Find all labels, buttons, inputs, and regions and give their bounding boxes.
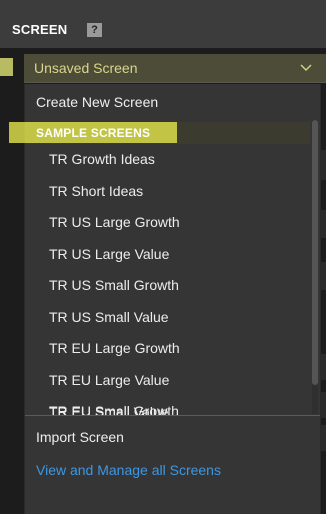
scrollbar-track[interactable] xyxy=(312,120,318,414)
chevron-down-icon xyxy=(300,64,312,72)
create-new-screen-item[interactable]: Create New Screen xyxy=(36,94,321,110)
section-label: SAMPLE SCREENS xyxy=(36,126,151,140)
selected-screen-value: Unsaved Screen xyxy=(34,60,138,76)
list-item[interactable]: TR Growth Ideas xyxy=(49,151,155,167)
screen-dropdown-menu: Create New Screen SAMPLE SCREENS TR Grow… xyxy=(9,84,321,514)
screen-select-dropdown[interactable]: Unsaved Screen xyxy=(24,54,326,83)
help-icon[interactable]: ? xyxy=(87,23,102,37)
highlighter-mark xyxy=(0,58,13,76)
view-manage-screens-link[interactable]: View and Manage all Screens xyxy=(36,462,221,478)
list-clip: TR EU Small Value xyxy=(25,397,310,415)
list-item[interactable]: TR US Large Growth xyxy=(49,214,180,230)
panel-title: SCREEN xyxy=(12,22,68,37)
scrollbar-thumb[interactable] xyxy=(312,120,318,385)
list-item[interactable]: TR Short Ideas xyxy=(49,183,143,199)
list-item[interactable]: TR US Large Value xyxy=(49,246,169,262)
list-item[interactable]: TR US Small Value xyxy=(49,309,169,325)
menu-divider xyxy=(25,415,320,416)
sample-screens-section-header: SAMPLE SCREENS xyxy=(9,122,310,144)
list-item[interactable]: TR EU Large Value xyxy=(49,372,169,388)
import-screen-item[interactable]: Import Screen xyxy=(36,429,124,445)
list-item[interactable]: TR EU Large Growth xyxy=(49,340,180,356)
screen-panel-header: SCREEN ? xyxy=(0,0,326,48)
list-item[interactable]: TR EU Small Value xyxy=(49,404,169,415)
list-item[interactable]: TR US Small Growth xyxy=(49,277,179,293)
